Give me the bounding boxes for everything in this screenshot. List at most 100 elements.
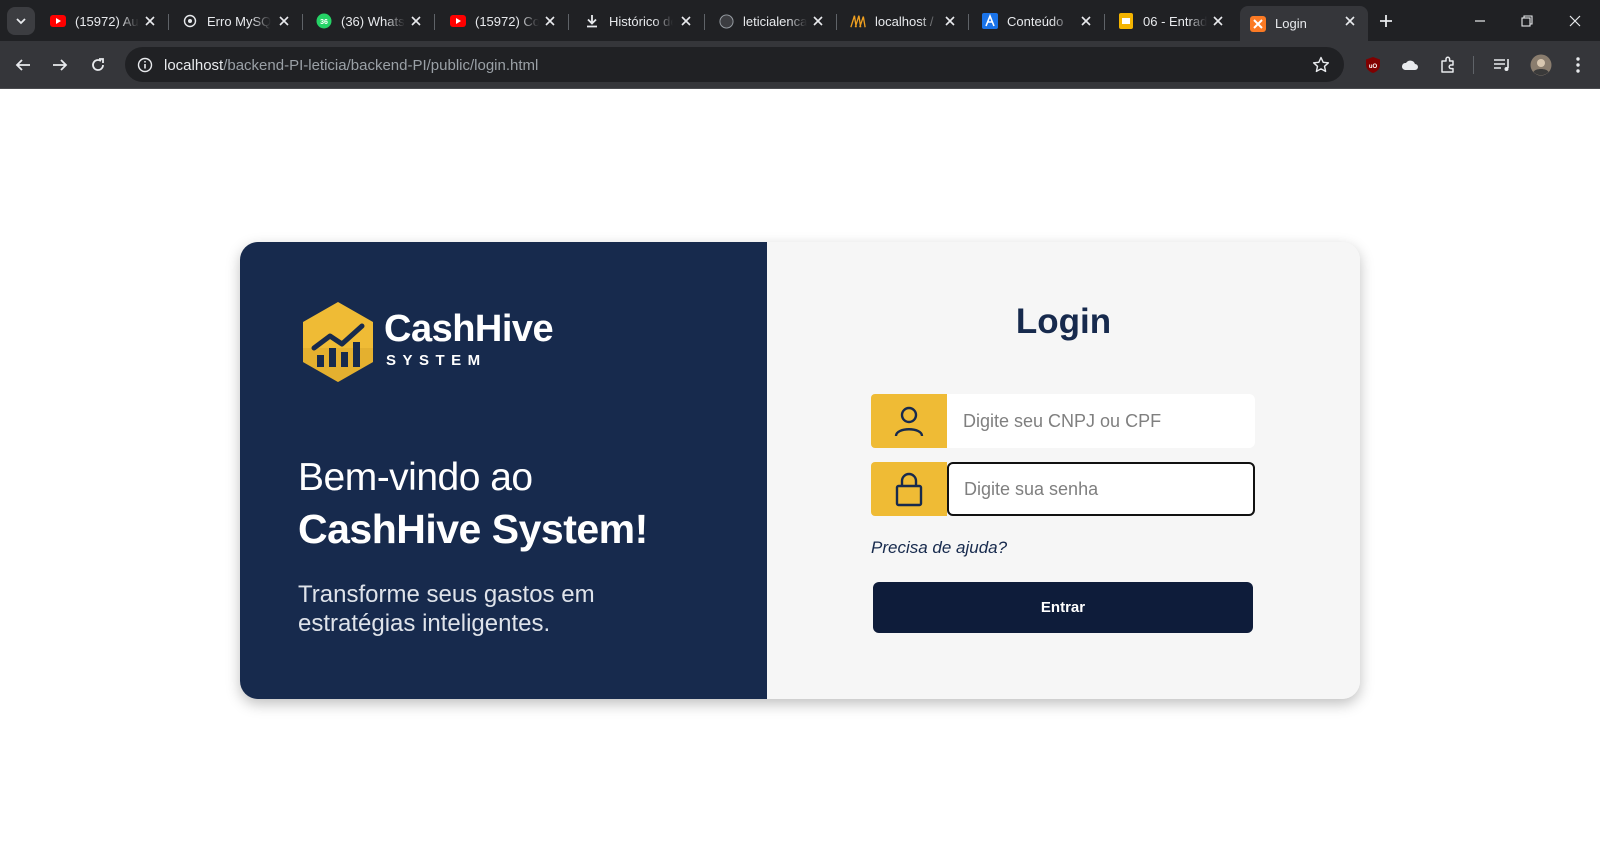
media-control-icon[interactable] — [1491, 54, 1513, 76]
close-tab-icon[interactable] — [276, 13, 292, 29]
arrow-left-icon — [15, 59, 30, 71]
help-link[interactable]: Precisa de ajuda? — [871, 538, 1007, 558]
extensions-puzzle-icon[interactable] — [1437, 54, 1459, 76]
tab-separator — [568, 14, 569, 30]
ublock-extension-icon[interactable]: uO — [1362, 54, 1384, 76]
tagline: Transforme seus gastos em estratégias in… — [298, 581, 595, 637]
minimize-icon — [1475, 20, 1485, 22]
tab-title: 06 - Entrada — [1143, 13, 1207, 29]
tab-title: leticialenca — [743, 13, 807, 29]
close-tab-icon[interactable] — [542, 13, 558, 29]
close-tab-icon[interactable] — [1210, 13, 1226, 29]
close-tab-icon[interactable] — [1342, 13, 1358, 29]
tab-phpmyadmin[interactable]: localhost / — [840, 6, 969, 36]
address-bar[interactable]: localhost/backend-PI-leticia/backend-PI/… — [125, 47, 1344, 82]
arrow-right-icon — [53, 59, 68, 71]
url-text[interactable]: localhost/backend-PI-leticia/backend-PI/… — [164, 57, 538, 74]
tab-historico[interactable]: Histórico de — [574, 6, 705, 36]
close-tab-icon[interactable] — [942, 13, 958, 29]
tab-title: (15972) Co — [475, 13, 539, 29]
welcome-heading-line2: CashHive System! — [298, 506, 648, 552]
github-icon — [718, 13, 734, 29]
reload-button[interactable] — [84, 51, 112, 79]
youtube-icon — [50, 13, 66, 29]
toolbar-separator — [1473, 56, 1474, 74]
site-info-icon[interactable] — [133, 53, 157, 77]
xampp-icon — [1250, 15, 1266, 32]
tab-separator — [1104, 14, 1105, 30]
cashhive-logo: CashHive SYSTEM — [300, 300, 560, 384]
cloud-extension-icon[interactable] — [1399, 54, 1421, 76]
tab-search-button[interactable] — [7, 7, 35, 35]
close-tab-icon[interactable] — [678, 13, 694, 29]
tab-erro-mysql[interactable]: Erro MySQL — [172, 6, 303, 36]
login-panel: Login Precisa de ajuda? Entrar — [767, 242, 1360, 699]
tab-slides[interactable]: 06 - Entrada — [1108, 6, 1236, 36]
phpmyadmin-icon — [850, 13, 866, 29]
hexagon-chart-icon — [303, 302, 373, 382]
close-tab-icon[interactable] — [810, 13, 826, 29]
new-tab-button[interactable] — [1375, 10, 1397, 32]
close-window-button[interactable] — [1562, 8, 1588, 34]
profile-avatar[interactable] — [1529, 53, 1553, 77]
login-title: Login — [1015, 302, 1112, 341]
plus-icon — [1380, 15, 1392, 27]
user-icon — [871, 394, 947, 448]
bookmark-star-icon[interactable] — [1310, 54, 1332, 76]
close-tab-icon[interactable] — [408, 13, 424, 29]
whatsapp-icon: 36 — [316, 13, 332, 29]
svg-text:uO: uO — [1369, 64, 1378, 70]
atlas-icon — [982, 13, 998, 29]
url-path: /backend-PI-leticia/backend-PI/public/lo… — [223, 57, 539, 74]
youtube-icon — [450, 13, 466, 29]
tab-title: localhost / — [875, 13, 934, 29]
openai-icon — [182, 13, 198, 29]
lock-icon — [871, 462, 947, 516]
tab-title: Erro MySQL — [207, 13, 271, 29]
tab-conteudo[interactable]: Conteúdo — [972, 6, 1105, 36]
tab-title: (36) WhatsApp — [341, 13, 405, 29]
welcome-panel: CashHive SYSTEM Bem-vindo ao CashHive Sy… — [240, 242, 767, 699]
tab-separator — [434, 14, 435, 30]
restore-icon — [1521, 15, 1533, 27]
tab-title: Login — [1275, 16, 1307, 31]
url-host: localhost — [164, 57, 224, 74]
back-button[interactable] — [9, 51, 37, 79]
password-input[interactable] — [947, 462, 1255, 516]
chevron-down-icon — [16, 18, 26, 25]
slides-icon — [1118, 13, 1134, 29]
close-icon — [1569, 15, 1581, 27]
tab-separator — [302, 14, 303, 30]
brand-name: CashHive — [384, 308, 554, 350]
close-tab-icon[interactable] — [142, 13, 158, 29]
minimize-button[interactable] — [1467, 8, 1493, 34]
welcome-heading-line1: Bem-vindo ao — [298, 456, 533, 499]
tab-youtube-1[interactable]: (15972) Au — [40, 6, 169, 36]
tab-separator — [836, 14, 837, 30]
tab-strip: (15972) Au Erro MySQL 36 (36) WhatsApp (… — [0, 0, 1600, 41]
login-card: CashHive SYSTEM Bem-vindo ao CashHive Sy… — [240, 242, 1360, 699]
forward-button[interactable] — [46, 51, 74, 79]
tab-github[interactable]: leticialenca — [708, 6, 837, 36]
tab-separator — [168, 14, 169, 30]
download-icon — [584, 13, 600, 29]
svg-text:36: 36 — [320, 19, 328, 26]
restore-button[interactable] — [1514, 8, 1540, 34]
menu-kebab-icon[interactable] — [1567, 54, 1589, 76]
submit-login-button[interactable]: Entrar — [873, 582, 1253, 633]
tab-youtube-2[interactable]: (15972) Co — [440, 6, 569, 36]
close-tab-icon[interactable] — [1078, 13, 1094, 29]
password-field — [871, 462, 1255, 516]
cnpj-cpf-input[interactable] — [947, 394, 1255, 448]
tab-whatsapp[interactable]: 36 (36) WhatsApp — [306, 6, 435, 36]
brand-subtitle: SYSTEM — [386, 352, 487, 369]
user-field — [871, 394, 1255, 448]
browser-toolbar: localhost/backend-PI-leticia/backend-PI/… — [0, 41, 1600, 89]
tab-separator — [704, 14, 705, 30]
tab-separator — [968, 14, 969, 30]
reload-icon — [92, 58, 104, 71]
tab-login-active[interactable]: Login — [1240, 6, 1368, 41]
tab-title: Conteúdo — [1007, 13, 1064, 29]
tab-title: Histórico de — [609, 13, 673, 29]
tab-title: (15972) Au — [75, 13, 139, 29]
